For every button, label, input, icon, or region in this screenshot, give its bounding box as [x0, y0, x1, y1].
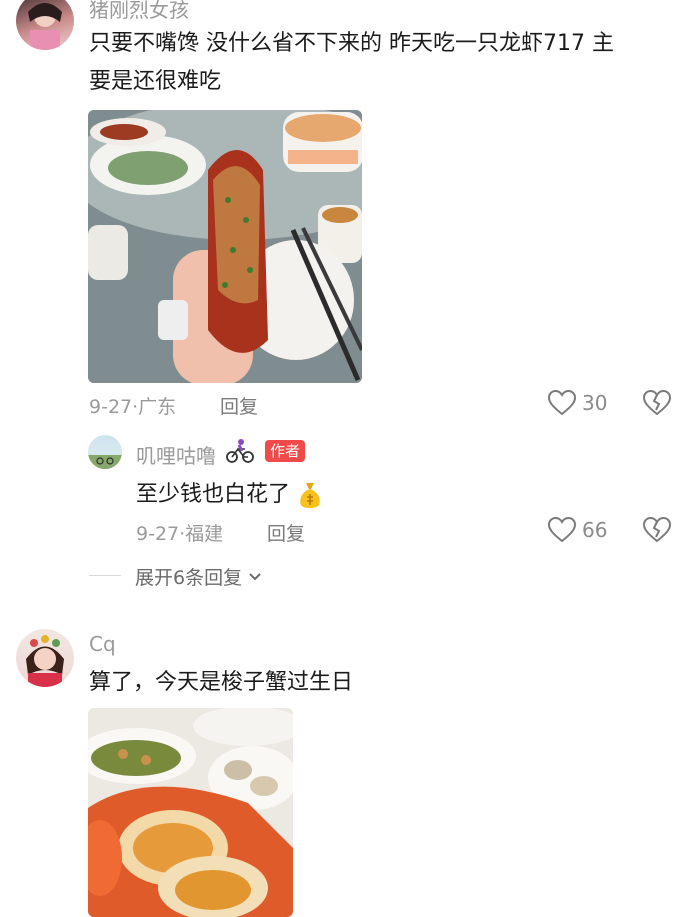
comment-image-crab[interactable]: [88, 708, 293, 917]
broken-heart-icon: [642, 516, 672, 543]
author-badge: 作者: [265, 440, 306, 462]
cyclist-emoji: [226, 438, 254, 468]
reply-button[interactable]: 回复: [267, 519, 305, 546]
reply-username[interactable]: 叽哩咕噜: [136, 440, 216, 469]
reply-date-location: 9-27·福建: [136, 523, 224, 545]
comment-date-location: 9-27·广东: [89, 396, 177, 418]
dislike-button[interactable]: [642, 516, 672, 547]
comment-text: 算了，今天是梭子蟹过生日: [89, 670, 354, 695]
comment-text-line: 只要不嘴馋 没什么省不下来的 昨天吃一只龙虾717 主: [89, 31, 614, 56]
like-count: 66: [582, 518, 608, 542]
avatar[interactable]: [16, 629, 74, 687]
comment-text: 只要不嘴馋 没什么省不下来的 昨天吃一只龙虾717 主 要是还很难吃: [89, 25, 669, 101]
expand-replies-button[interactable]: 展开6条回复: [135, 563, 262, 590]
comment-username[interactable]: Cq: [89, 632, 116, 656]
expand-replies-label: 展开6条回复: [135, 567, 243, 589]
reply-button[interactable]: 回复: [220, 392, 258, 419]
heart-outline-icon: [548, 390, 576, 416]
reply-text: 至少钱也白花了: [136, 482, 291, 507]
divider: [89, 575, 121, 576]
like-button[interactable]: 66: [548, 517, 607, 543]
like-count: 30: [582, 391, 608, 415]
comment-image-lobster[interactable]: [88, 110, 362, 383]
heart-outline-icon: [548, 517, 576, 543]
avatar[interactable]: [88, 435, 122, 469]
comment-text-line: 要是还很难吃: [89, 69, 222, 94]
avatar[interactable]: [16, 0, 74, 50]
chevron-down-icon: [249, 572, 261, 580]
broken-heart-icon: [642, 389, 672, 416]
dislike-button[interactable]: [642, 389, 672, 420]
like-button[interactable]: 30: [548, 390, 607, 416]
comment-username[interactable]: 猪刚烈女孩: [89, 0, 189, 23]
money-bag-emoji: [300, 483, 320, 508]
reply-text-row: 至少钱也白花了: [136, 476, 322, 514]
